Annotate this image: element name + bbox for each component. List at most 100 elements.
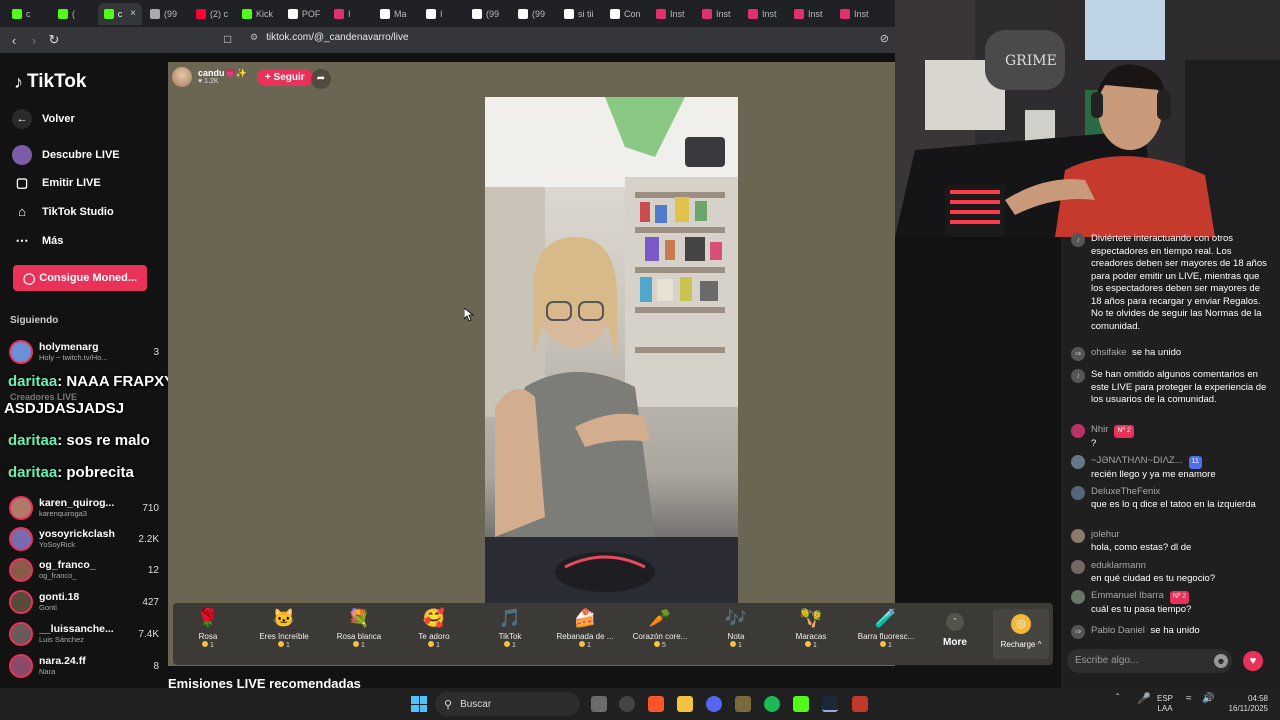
browser-tab[interactable]: I <box>420 3 464 25</box>
gift-item[interactable]: 🪇 Maracas 1 <box>776 608 846 649</box>
back-arrow-icon[interactable]: ‹ <box>4 33 24 48</box>
recharge-button[interactable]: ◎ Recharge ^ <box>993 609 1049 659</box>
gift-item[interactable]: 🌹 Rosa 1 <box>173 608 243 649</box>
gift-item[interactable]: 🥰 Te adoro 1 <box>399 608 469 649</box>
windows-start-icon[interactable] <box>411 696 427 712</box>
tab-label: (99 <box>164 8 178 19</box>
browser-tab[interactable]: (2) c <box>190 3 234 25</box>
browser-tab[interactable]: (99 <box>466 3 510 25</box>
following-item[interactable]: yosoyrickclash YoSoyRick 2.2K <box>9 525 159 553</box>
following-item[interactable]: nara.24.ff Nara 8 <box>9 652 159 680</box>
browser-tab[interactable]: Ma <box>374 3 418 25</box>
gift-item[interactable]: 💐 Rosa blanca 1 <box>324 608 394 649</box>
browser-tab[interactable]: Kick <box>236 3 280 25</box>
back-link[interactable]: ← Volver <box>12 109 75 129</box>
browser-tab[interactable]: Inst <box>788 3 832 25</box>
host-name[interactable]: candu💗✨ <box>198 68 247 79</box>
nav-descubre-live[interactable]: Descubre LIVE <box>12 145 120 165</box>
gift-item[interactable]: 🎵 TikTok 1 <box>475 608 545 649</box>
folder-icon[interactable] <box>677 696 693 712</box>
chat-message: ⇒ ohsifake se ha unido <box>1071 347 1271 361</box>
chat-input[interactable]: Escribe algo... <box>1067 649 1232 673</box>
chat-username[interactable]: Emmanuel Ibarra <box>1091 590 1164 601</box>
discord-icon[interactable] <box>706 696 722 712</box>
forward-arrow-icon[interactable]: › <box>24 33 44 48</box>
follow-button[interactable]: + Seguir <box>256 68 313 86</box>
chrome-icon[interactable] <box>619 696 635 712</box>
steam-icon[interactable] <box>822 696 838 712</box>
language-indicator[interactable]: ESP LAA <box>1157 694 1173 714</box>
close-tab-icon[interactable]: × <box>130 8 136 19</box>
following-item[interactable]: __luissanche... Luis Sánchez 7.4K <box>9 620 159 648</box>
host-avatar[interactable] <box>172 67 192 87</box>
nav-mas[interactable]: ⋯ Más <box>12 233 64 249</box>
viewer-count: 2.2K <box>138 533 159 545</box>
gift-item[interactable]: 🧪 Barra fluoresc... 1 <box>851 608 921 649</box>
gift-item[interactable]: 🎶 Nota 1 <box>701 608 771 649</box>
url-field[interactable]: ⚙ tiktok.com/@_candenavarro/live <box>250 32 409 43</box>
heart-icon[interactable]: ♥ <box>1243 651 1263 671</box>
following-item[interactable]: holymenarg Holy ~ twitch.tv/Ho... 3 <box>9 338 159 366</box>
avatar[interactable] <box>1071 455 1085 469</box>
brave-icon[interactable] <box>648 696 664 712</box>
task-view-icon[interactable] <box>591 696 607 712</box>
following-item[interactable]: karen_quirog... karenquiroga3 710 <box>9 494 159 522</box>
get-coins-button[interactable]: ◯ Consigue Moned... <box>13 265 147 291</box>
volume-icon[interactable]: 🔊 <box>1202 694 1214 704</box>
avatar[interactable] <box>1071 486 1085 500</box>
tiktok-sidebar: ♪ TikTok ← Volver Descubre LIVE ▢ Emitir… <box>0 53 168 688</box>
browser-tab[interactable]: (99 <box>512 3 556 25</box>
browser-tab[interactable]: I <box>328 3 372 25</box>
favicon-icon <box>242 8 252 19</box>
browser-tab[interactable]: Inst <box>696 3 740 25</box>
chevron-up-icon[interactable]: ˆ <box>1116 694 1119 704</box>
avatar[interactable] <box>1071 424 1085 438</box>
tab-label: Inst <box>854 8 869 19</box>
avatar[interactable] <box>1071 560 1085 574</box>
nav-emitir-live[interactable]: ▢ Emitir LIVE <box>12 175 101 191</box>
chat-username[interactable]: jolehur <box>1091 529 1120 540</box>
reload-icon[interactable]: ↻ <box>44 32 64 48</box>
chat-username[interactable]: eduklarmann <box>1091 560 1146 571</box>
chat-username[interactable]: ohsifake <box>1091 347 1126 358</box>
app-icon[interactable] <box>735 696 751 712</box>
browser-tab[interactable]: Inst <box>834 3 878 25</box>
bookmark-icon[interactable]: □ <box>224 32 231 46</box>
share-icon[interactable]: ➦ <box>311 69 331 89</box>
chat-text: que es lo q dice el tatoo en la izquierd… <box>1091 498 1256 510</box>
browser-tab[interactable]: POF <box>282 3 326 25</box>
site-settings-icon[interactable]: ⚙ <box>250 32 258 43</box>
kick-icon[interactable] <box>793 696 809 712</box>
browser-tab[interactable]: (99 <box>144 3 188 25</box>
chat-username[interactable]: DeluxeTheFenix <box>1091 486 1160 497</box>
browser-tab[interactable]: Con <box>604 3 648 25</box>
following-item[interactable]: gonti.18 Gonti 427 <box>9 588 159 616</box>
taskbar-search[interactable]: ⚲ Buscar <box>435 692 580 716</box>
chat-username[interactable]: Pablo Daniel <box>1091 625 1145 636</box>
live-video[interactable] <box>485 97 738 603</box>
no-tracking-icon[interactable]: ⊘ <box>880 32 889 45</box>
avatar[interactable] <box>1071 590 1085 604</box>
emoji-icon[interactable]: ☻ <box>1214 654 1228 668</box>
more-gifts-button[interactable]: ˆ More <box>933 613 977 648</box>
tiktok-logo[interactable]: ♪ TikTok <box>14 71 86 93</box>
gift-item[interactable]: 🐱 Eres Increíble 1 <box>249 608 319 649</box>
browser-tab[interactable]: Inst <box>742 3 786 25</box>
browser-tab[interactable]: Inst <box>650 3 694 25</box>
browser-tab[interactable]: c <box>6 3 50 25</box>
clock[interactable]: 04:58 16/11/2025 <box>1222 694 1268 714</box>
winrar-icon[interactable] <box>852 696 868 712</box>
browser-tab[interactable]: si tii <box>558 3 602 25</box>
spotify-icon[interactable] <box>764 696 780 712</box>
microphone-icon[interactable]: 🎤 <box>1137 694 1151 705</box>
browser-tab[interactable]: ( <box>52 3 96 25</box>
nav-tiktok-studio[interactable]: ⌂ TikTok Studio <box>12 204 114 219</box>
browser-tab[interactable]: c × <box>98 2 142 25</box>
gift-item[interactable]: 🍰 Rebanada de ... 1 <box>550 608 620 649</box>
chat-username[interactable]: Nhir <box>1091 424 1108 435</box>
avatar[interactable] <box>1071 529 1085 543</box>
chat-username[interactable]: ~JƏNΛTHΛN~DIΛZ... <box>1091 455 1183 466</box>
wifi-icon[interactable]: ≈ <box>1186 694 1192 704</box>
gift-item[interactable]: 🥕 Corazón core... 5 <box>625 608 695 649</box>
following-item[interactable]: og_franco_ og_franco_ 12 <box>9 556 159 584</box>
